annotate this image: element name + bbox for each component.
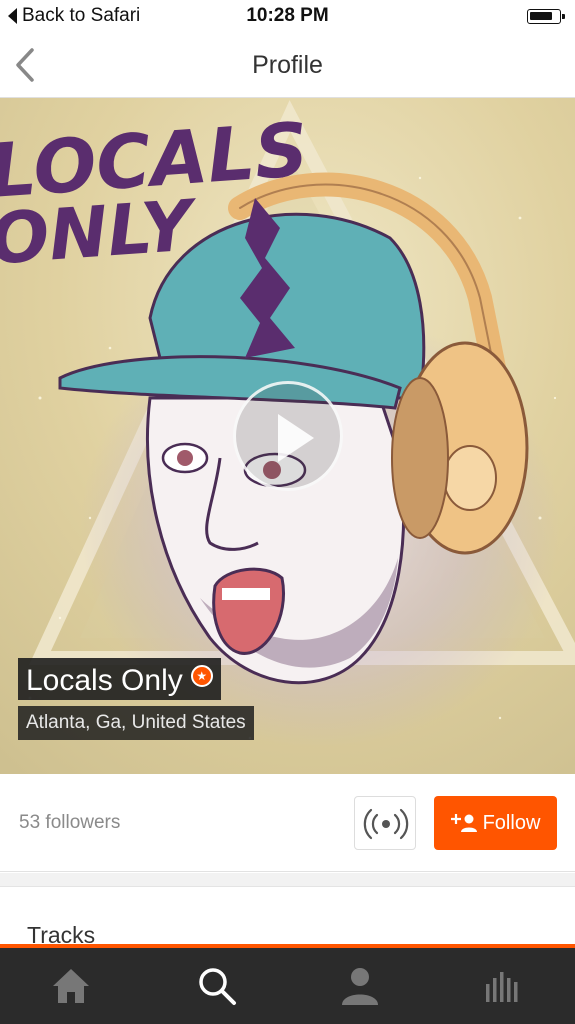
station-broadcast-icon [363, 808, 409, 840]
follow-label: Follow [482, 811, 541, 834]
status-bar: Back to Safari 10:28 PM [0, 0, 575, 32]
status-time: 10:28 PM [246, 5, 329, 26]
play-button[interactable] [233, 381, 343, 491]
page-title: Profile [252, 51, 323, 79]
followers-count[interactable]: 53 followers [19, 812, 120, 834]
home-icon[interactable] [49, 964, 93, 1008]
library-icon[interactable] [482, 964, 526, 1008]
add-user-icon [450, 814, 477, 832]
profile-name-label: Locals Only ★ [18, 658, 221, 700]
follow-button[interactable]: Follow [434, 796, 557, 850]
nav-bar: Profile [0, 32, 575, 98]
profile-banner: LOCALS ONLY Locals Only ★ Atlanta, Ga, U… [0, 98, 575, 774]
user-icon[interactable] [338, 964, 382, 1008]
star-badge-icon: ★ [190, 664, 213, 687]
station-button[interactable] [354, 796, 416, 850]
play-icon [278, 414, 314, 462]
search-icon[interactable] [195, 964, 239, 1008]
section-divider [0, 873, 575, 887]
artwork-text-only: ONLY [0, 184, 201, 280]
profile-stats-row: 53 followers Follow [0, 774, 575, 872]
battery-icon [527, 9, 565, 24]
profile-name: Locals Only [26, 663, 183, 697]
tab-bar [0, 948, 575, 1024]
profile-location: Atlanta, Ga, United States [18, 706, 254, 740]
tracks-section: Tracks [0, 888, 575, 948]
